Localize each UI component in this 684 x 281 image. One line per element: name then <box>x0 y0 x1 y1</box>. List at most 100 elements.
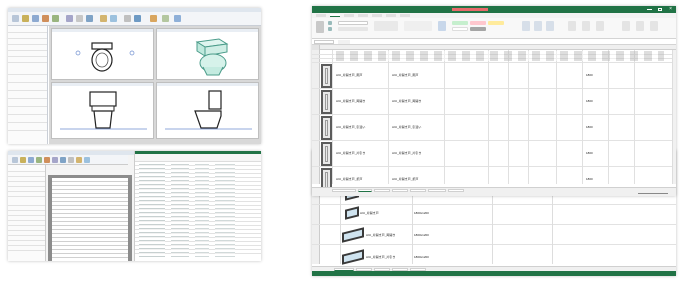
cell-type: AIU_片開き戸_両開き <box>392 99 422 103</box>
format-cells-icon[interactable] <box>546 21 554 31</box>
minimize-icon[interactable] <box>647 9 652 10</box>
window-icon <box>345 206 359 220</box>
ribbon-tab[interactable] <box>386 14 396 17</box>
ribbon-tool-icon[interactable] <box>150 15 157 22</box>
cell-width: 1800 <box>586 125 593 129</box>
ribbon-tool-icon[interactable] <box>12 157 18 163</box>
cell-type-name: AIU_片開き戸 <box>360 211 379 215</box>
paste-icon[interactable] <box>316 21 324 33</box>
ribbon-tool-icon[interactable] <box>100 15 107 22</box>
back-status-bar <box>312 271 676 276</box>
cell-family: AIU_片開き戸_折戸 <box>336 177 363 181</box>
align-icons[interactable] <box>374 21 398 31</box>
maximize-icon[interactable] <box>658 8 662 11</box>
ribbon-tool-icon[interactable] <box>68 157 74 163</box>
sort-icon[interactable] <box>582 21 590 31</box>
cell-size: 1800x1200 <box>414 233 429 237</box>
ribbon-tool-icon[interactable] <box>162 15 169 22</box>
ribbon-tool-icon[interactable] <box>28 157 34 163</box>
fx-icon <box>338 40 350 44</box>
ribbon-tool-icon[interactable] <box>60 157 66 163</box>
ribbon-tool-icon[interactable] <box>52 15 59 22</box>
ribbon-tab[interactable] <box>358 14 368 17</box>
cell-family: AIU_片開き戸_片引き <box>336 151 366 155</box>
font-control[interactable] <box>338 21 368 25</box>
ribbon-tool-icon[interactable] <box>22 15 29 22</box>
ribbon-tool-icon[interactable] <box>134 15 141 22</box>
cell-size: 1800x1200 <box>414 255 429 259</box>
toilet-icon <box>195 38 229 76</box>
format-icon[interactable] <box>328 27 332 31</box>
title-highlight <box>452 8 488 11</box>
window-icon <box>342 249 364 265</box>
window-icon <box>342 227 364 243</box>
font-style-icons[interactable] <box>338 27 368 31</box>
toilet-icon <box>165 90 252 130</box>
ribbon-tool-icon[interactable] <box>124 15 131 22</box>
door-icon <box>321 142 332 166</box>
style-neutral[interactable] <box>488 21 504 25</box>
find-icon[interactable] <box>596 21 604 31</box>
sum-icon[interactable] <box>568 21 576 31</box>
zoom-slider[interactable] <box>638 193 668 194</box>
ribbon-tool-icon[interactable] <box>12 15 19 22</box>
conditional-format-icon[interactable] <box>438 21 446 31</box>
ribbon-tool-icon[interactable] <box>32 15 39 22</box>
ribbon-tool-icon[interactable] <box>76 15 83 22</box>
cell-family: AIU_片開き戸_雨戸 <box>336 73 363 77</box>
cell-type: AIU_片開き戸_雨戸 <box>392 73 419 77</box>
delete-icon[interactable] <box>534 21 542 31</box>
name-box[interactable] <box>314 40 334 44</box>
cell-type-name: AIU_片開き戸_両開き <box>366 233 396 237</box>
ribbon-tool-icon[interactable] <box>36 157 42 163</box>
cell-width: 1800 <box>586 177 593 181</box>
style-bad[interactable] <box>470 21 486 25</box>
main-grid: AIU_片開き戸_雨戸 AIU_片開き戸_雨戸 1800 AIU_片開き戸_両開… <box>312 50 676 196</box>
ribbon-tool-icon[interactable] <box>66 15 73 22</box>
excel-window-front: × AIU_片開き戸_雨戸 AIU_片開き戸_雨戸 1800 AIU_片開き戸_… <box>312 6 676 196</box>
cell-type: AIU_片開き戸_引違い <box>392 125 422 129</box>
ribbon-tool-icon[interactable] <box>86 15 93 22</box>
share-icon[interactable] <box>622 21 630 31</box>
number-format[interactable] <box>404 21 432 31</box>
close-icon[interactable]: × <box>669 7 672 12</box>
insert-icon[interactable] <box>522 21 530 31</box>
vertical-scrollbar[interactable] <box>672 50 676 184</box>
view-bottom-left[interactable] <box>51 82 154 139</box>
toilet-icon <box>60 91 147 130</box>
ribbon-tool-icon[interactable] <box>52 157 58 163</box>
addin-icon[interactable] <box>636 21 644 31</box>
ribbon-tool-icon[interactable] <box>84 157 90 163</box>
ribbon-tool-icon[interactable] <box>110 15 117 22</box>
ribbon-tool-icon[interactable] <box>76 157 82 163</box>
view-bottom-right[interactable] <box>156 82 259 139</box>
analyze-icon[interactable] <box>650 21 658 31</box>
ribbon-tool-icon[interactable] <box>174 15 181 22</box>
ribbon-tab[interactable] <box>330 14 340 17</box>
ribbon-tab[interactable] <box>400 14 410 17</box>
properties-browser <box>8 26 48 144</box>
schedule-table <box>48 175 132 261</box>
ribbon-tab[interactable] <box>372 14 382 17</box>
view-top-left[interactable] <box>51 28 154 80</box>
view-top-right[interactable] <box>156 28 259 80</box>
ribbon-tool-icon[interactable] <box>44 157 50 163</box>
ribbon-tab[interactable] <box>344 14 354 17</box>
style-check[interactable] <box>470 27 486 31</box>
cell-family: AIU_片開き戸_引違い <box>336 125 366 129</box>
cell-width: 1800 <box>586 99 593 103</box>
ribbon-tab[interactable] <box>316 14 326 17</box>
ribbon-tool-icon[interactable] <box>42 15 49 22</box>
excel-title-bar: × <box>312 6 676 13</box>
view-area <box>49 26 261 144</box>
cell-family: AIU_片開き戸_両開き <box>336 99 366 103</box>
ribbon-tool-icon[interactable] <box>20 157 26 163</box>
style-good[interactable] <box>452 21 468 25</box>
style-normal[interactable] <box>452 27 468 31</box>
door-icon <box>321 64 332 88</box>
cell-width: 1800 <box>586 73 593 77</box>
excel-sheet-small <box>134 151 261 261</box>
revit-window-top <box>8 8 261 144</box>
format-icon[interactable] <box>328 21 332 25</box>
toilet-icon <box>75 42 135 72</box>
